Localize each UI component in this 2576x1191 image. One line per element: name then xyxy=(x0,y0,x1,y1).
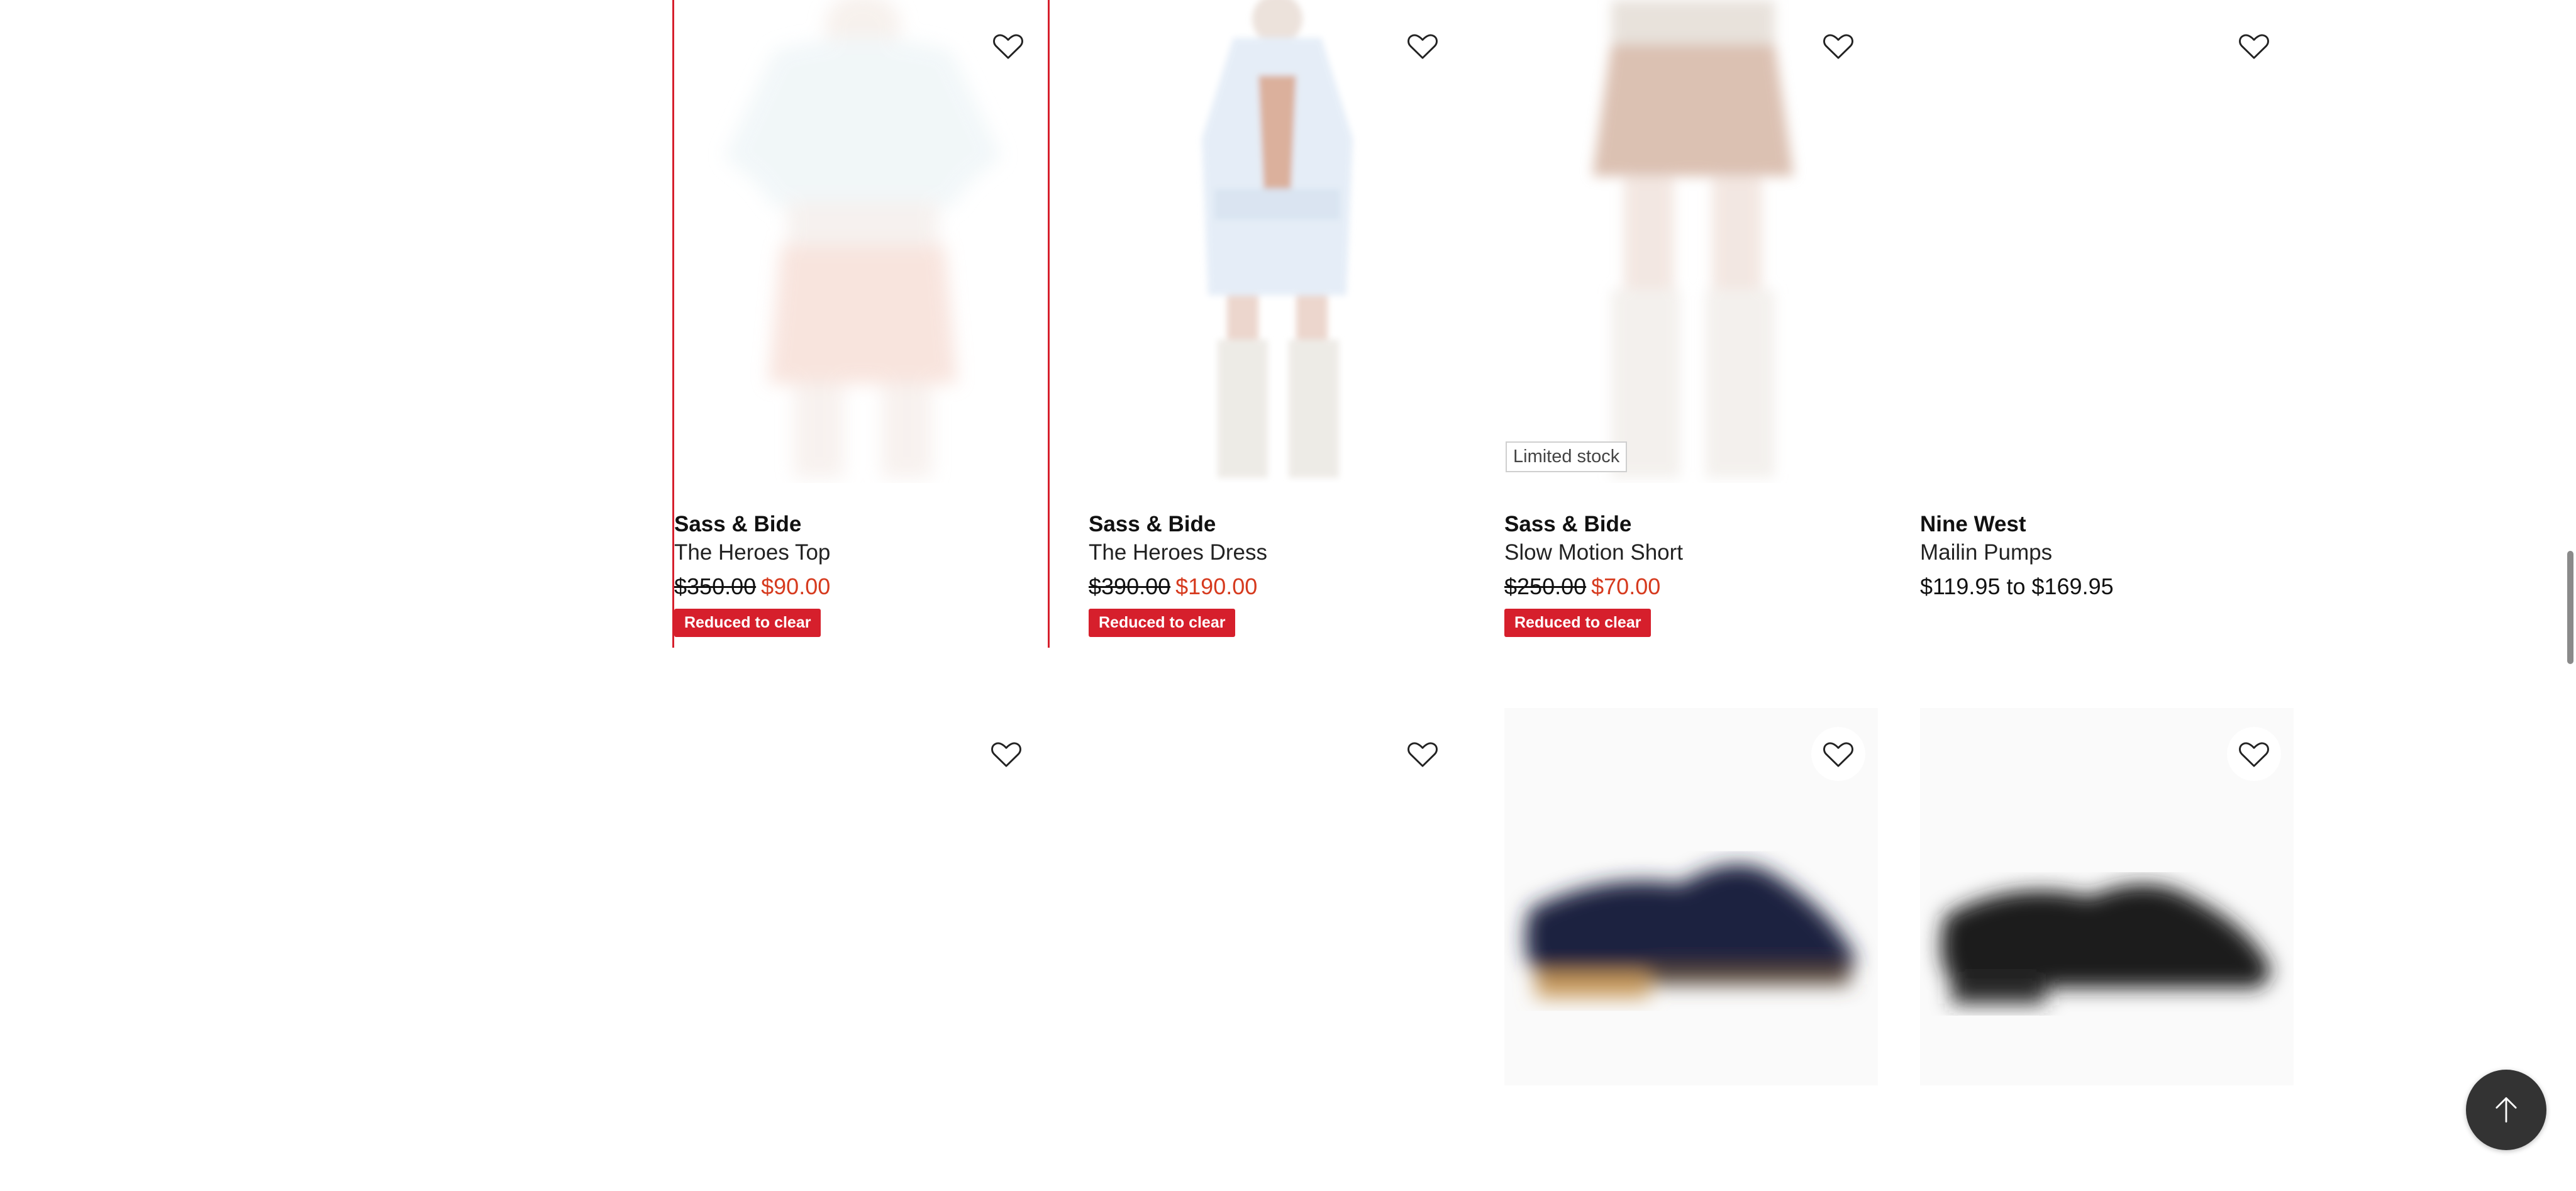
product-card[interactable]: Sass & Bide The Heroes Dress $390.00 $190… xyxy=(1089,0,1462,648)
product-name[interactable]: The Heroes Dress xyxy=(1089,538,1462,567)
product-image[interactable] xyxy=(1504,708,1878,1191)
product-name[interactable]: The Heroes Top xyxy=(674,538,1048,567)
original-price: $390.00 xyxy=(1089,573,1171,599)
heart-outline-icon xyxy=(1407,34,1438,59)
product-info: Sass & Bide The Heroes Dress $390.00 $190… xyxy=(1089,511,1462,637)
product-image[interactable] xyxy=(1089,0,1462,483)
limited-stock-badge: Limited stock xyxy=(1506,441,1628,472)
product-brand[interactable]: Nine West xyxy=(1920,511,2294,538)
slow-motion-short-photo xyxy=(1592,0,1794,478)
wishlist-button[interactable] xyxy=(1811,19,1865,73)
black-loafer-photo xyxy=(1920,708,2294,1085)
product-image[interactable] xyxy=(1089,708,1462,1191)
reduced-badge: Reduced to clear xyxy=(1504,609,1652,637)
heart-outline-icon xyxy=(1823,34,1853,59)
product-card[interactable] xyxy=(1920,708,2294,1191)
product-price: $390.00 $190.00 xyxy=(1089,568,1462,605)
blank-product-photo xyxy=(672,708,1046,1191)
wishlist-button[interactable] xyxy=(1811,727,1865,781)
heart-outline-icon xyxy=(2239,742,2269,767)
product-card[interactable]: Nine West Mailin Pumps $119.95 to $169.9… xyxy=(1920,0,2294,648)
product-card[interactable] xyxy=(1504,708,1878,1191)
product-image[interactable] xyxy=(1920,708,2294,1191)
product-card[interactable]: Limited stock Sass & Bide Slow Motion Sh… xyxy=(1504,0,1878,648)
product-brand[interactable]: Sass & Bide xyxy=(1504,511,1878,538)
product-brand[interactable]: Sass & Bide xyxy=(1089,511,1462,538)
product-info: Sass & Bide Slow Motion Short $250.00 $70… xyxy=(1504,511,1878,637)
wishlist-button[interactable] xyxy=(2227,727,2281,781)
sale-price: $190.00 xyxy=(1175,573,1258,599)
product-price: $250.00 $70.00 xyxy=(1504,568,1878,605)
back-to-top-button[interactable] xyxy=(2466,1070,2546,1150)
wishlist-button[interactable] xyxy=(2227,19,2281,73)
wishlist-button[interactable] xyxy=(1396,19,1450,73)
scrollbar-thumb[interactable] xyxy=(2567,551,2573,664)
heart-outline-icon xyxy=(1407,742,1438,767)
product-brand[interactable]: Sass & Bide xyxy=(674,511,1048,538)
the-heroes-dress-photo xyxy=(1202,0,1353,478)
product-image[interactable] xyxy=(1504,0,1878,483)
wishlist-button[interactable] xyxy=(1396,727,1450,781)
wishlist-button[interactable] xyxy=(981,19,1035,73)
product-price: $119.95 to $169.95 xyxy=(1920,573,2114,599)
mailin-pumps-photo xyxy=(1920,0,2294,483)
product-card[interactable]: Sass & Bide The Heroes Top $350.00 $90.00… xyxy=(672,0,1050,648)
heart-outline-icon xyxy=(1823,742,1853,767)
blank-product-photo xyxy=(1089,708,1462,1191)
reduced-badge: Reduced to clear xyxy=(1089,609,1236,637)
product-info: Sass & Bide The Heroes Top $350.00 $90.00… xyxy=(674,511,1048,637)
heart-outline-icon xyxy=(2239,34,2269,59)
the-heroes-top-photo xyxy=(724,0,1001,478)
product-card[interactable] xyxy=(1089,708,1462,1191)
heart-outline-icon xyxy=(993,34,1023,59)
product-image[interactable] xyxy=(1920,0,2294,483)
reduced-badge: Reduced to clear xyxy=(674,609,821,637)
product-card[interactable] xyxy=(672,708,1046,1191)
product-info: Nine West Mailin Pumps $119.95 to $169.9… xyxy=(1920,511,2294,605)
original-price: $250.00 xyxy=(1504,573,1587,599)
sale-price: $70.00 xyxy=(1591,573,1661,599)
original-price: $350.00 xyxy=(674,573,757,599)
product-image[interactable] xyxy=(672,708,1046,1191)
product-image[interactable] xyxy=(674,0,1048,483)
product-grid: Sass & Bide The Heroes Top $350.00 $90.00… xyxy=(672,0,2294,1191)
product-price: $350.00 $90.00 xyxy=(674,568,1048,605)
sale-price: $90.00 xyxy=(761,573,831,599)
product-name[interactable]: Slow Motion Short xyxy=(1504,538,1878,567)
blue-loafer-photo xyxy=(1504,708,1878,1085)
arrow-up-icon xyxy=(2496,1097,2517,1123)
product-name[interactable]: Mailin Pumps xyxy=(1920,538,2294,567)
wishlist-button[interactable] xyxy=(979,727,1033,781)
heart-outline-icon xyxy=(991,742,1021,767)
